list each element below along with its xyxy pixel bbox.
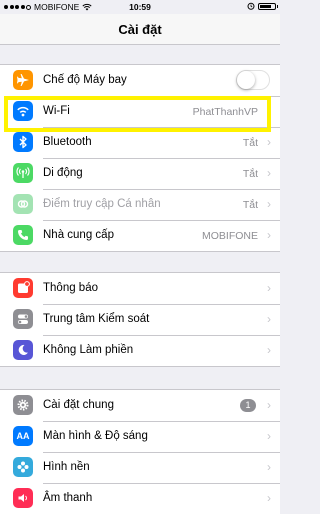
airplane-mode-toggle[interactable] (236, 70, 270, 90)
chevron-right-icon: › (267, 281, 271, 295)
status-bar: MOBIFONE 10:59 (0, 0, 280, 14)
settings-group-connectivity: Chế độ Máy bay Wi-Fi PhatThanhVP › Bluet… (0, 64, 280, 252)
row-label: Màn hình & Độ sáng (43, 430, 148, 442)
settings-row-display-brightness[interactable]: AA Màn hình & Độ sáng › (0, 421, 280, 452)
sound-icon (13, 488, 33, 508)
row-value: Tắt (242, 168, 258, 180)
row-label: Thông báo (43, 282, 98, 294)
battery-icon (258, 2, 278, 10)
chevron-right-icon: › (267, 312, 271, 326)
settings-group-general: Cài đặt chung 1 › AA Màn hình & Độ sáng … (0, 389, 280, 514)
update-badge: 1 (240, 399, 256, 412)
status-right (247, 2, 278, 10)
navigation-bar: Cài đặt (0, 14, 280, 45)
settings-row-bluetooth[interactable]: Bluetooth Tắt › (0, 127, 280, 158)
row-label: Nhà cung cấp (43, 229, 114, 241)
wifi-icon (13, 101, 33, 121)
alarm-icon (247, 2, 255, 10)
row-label: Wi-Fi (43, 105, 70, 117)
status-time: 10:59 (129, 2, 151, 12)
settings-row-wallpaper[interactable]: Hình nền › (0, 452, 280, 483)
chevron-right-icon: › (267, 135, 271, 149)
settings-row-wifi[interactable]: Wi-Fi PhatThanhVP › (0, 96, 280, 127)
row-label: Di động (43, 167, 83, 179)
row-label: Cài đặt chung (43, 399, 114, 411)
moon-icon (13, 340, 33, 360)
row-label: Không Làm phiền (43, 344, 134, 356)
settings-row-notifications[interactable]: Thông báo › (0, 273, 280, 304)
chevron-right-icon: › (267, 491, 271, 505)
row-value: MOBIFONE (201, 230, 258, 242)
settings-row-control-center[interactable]: Trung tâm Kiểm soát › (0, 304, 280, 335)
settings-group-notifications: Thông báo › Trung tâm Kiểm soát › Không … (0, 272, 280, 367)
bluetooth-icon (13, 132, 33, 152)
chevron-right-icon: › (267, 228, 271, 242)
chevron-right-icon: › (267, 398, 271, 412)
row-value: Tắt (242, 137, 258, 149)
chevron-right-icon: › (267, 197, 271, 211)
chevron-right-icon: › (267, 104, 271, 118)
row-label: Trung tâm Kiểm soát (43, 313, 150, 325)
wifi-network-name: PhatThanhVP (192, 106, 258, 118)
settings-row-personal-hotspot[interactable]: Điểm truy cập Cá nhân Tắt › (0, 189, 280, 220)
settings-row-carrier[interactable]: Nhà cung cấp MOBIFONE › (0, 220, 280, 251)
hotspot-icon (13, 194, 33, 214)
row-label: Bluetooth (43, 136, 92, 148)
row-label: Chế độ Máy bay (43, 74, 127, 86)
chevron-right-icon: › (267, 343, 271, 357)
chevron-right-icon: › (267, 166, 271, 180)
notifications-icon (13, 278, 33, 298)
phone-icon (13, 225, 33, 245)
gear-icon (13, 395, 33, 415)
row-label: Âm thanh (43, 492, 93, 504)
row-value: Tắt (242, 199, 258, 211)
airplane-icon (13, 70, 33, 90)
row-label: Điểm truy cập Cá nhân (43, 198, 161, 210)
chevron-right-icon: › (267, 429, 271, 443)
settings-row-do-not-disturb[interactable]: Không Làm phiền › (0, 335, 280, 366)
display-icon: AA (13, 426, 33, 446)
row-label: Hình nền (43, 461, 90, 473)
settings-row-sounds[interactable]: Âm thanh › (0, 483, 280, 514)
settings-row-general[interactable]: Cài đặt chung 1 › (0, 390, 280, 421)
cellular-icon (13, 163, 33, 183)
chevron-right-icon: › (267, 460, 271, 474)
settings-row-airplane-mode[interactable]: Chế độ Máy bay (0, 65, 280, 96)
wallpaper-icon (13, 457, 33, 477)
control-center-icon (13, 309, 33, 329)
page-title: Cài đặt (118, 22, 162, 37)
settings-row-cellular[interactable]: Di động Tắt › (0, 158, 280, 189)
